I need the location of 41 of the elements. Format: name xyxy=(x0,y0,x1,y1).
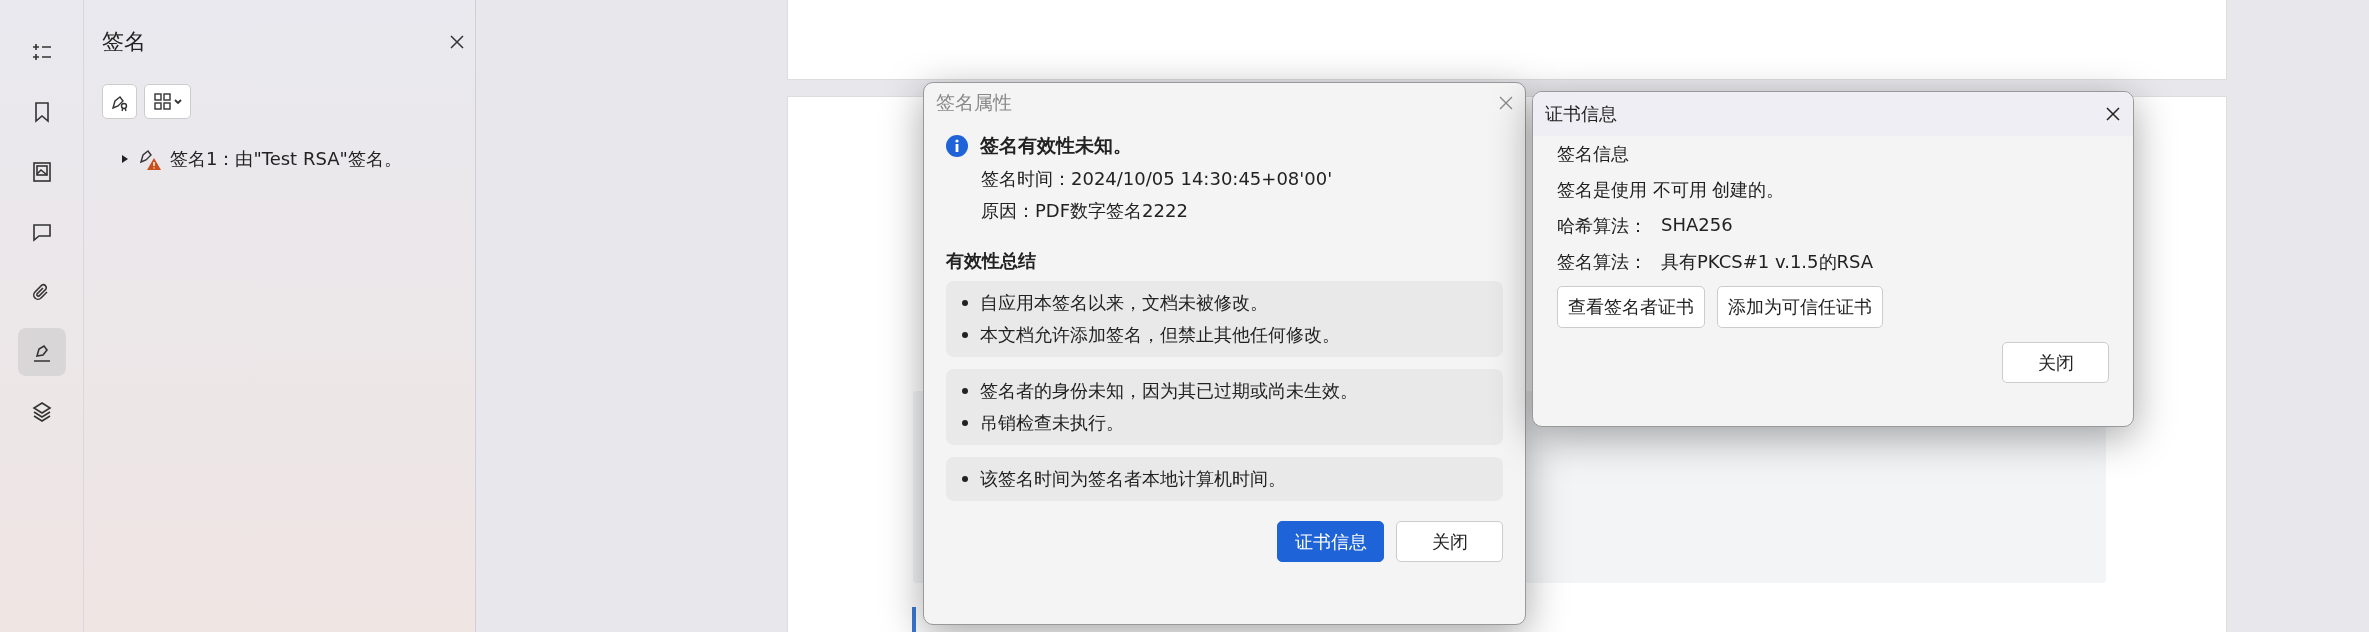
info-label: 签名算法： xyxy=(1557,250,1647,274)
certificate-action-button[interactable]: 添加为可信任证书 xyxy=(1717,286,1883,328)
view-menu-button[interactable] xyxy=(144,84,191,119)
validity-status: 签名有效性未知。 xyxy=(980,133,1132,158)
signature-tool-button[interactable] xyxy=(102,84,137,119)
bullet-icon xyxy=(962,300,968,306)
expand-caret-icon[interactable] xyxy=(120,154,130,164)
summary-item: 本文档允许添加签名，但禁止其他任何修改。 xyxy=(980,323,1340,347)
close-button[interactable]: 关闭 xyxy=(2002,342,2109,383)
section-heading: 签名信息 xyxy=(1557,142,1630,166)
outline-icon xyxy=(30,41,53,63)
summary-item: 该签名时间为签名者本地计算机时间。 xyxy=(980,467,1286,491)
close-button[interactable]: 关闭 xyxy=(1396,521,1503,562)
signature-tab[interactable] xyxy=(17,328,66,376)
bullet-icon xyxy=(962,476,968,482)
panel-title: 签名 xyxy=(102,28,146,56)
summary-item: 自应用本签名以来，文档未被修改。 xyxy=(980,291,1268,315)
bullet-icon xyxy=(962,332,968,338)
info-value: SHA256 xyxy=(1661,214,1733,237)
summary-item: 吊销检查未执行。 xyxy=(980,411,1124,435)
info-label: 哈希算法： xyxy=(1557,214,1647,238)
signature-detail: 原因：PDF数字签名2222 xyxy=(981,199,1189,223)
info-label: 签名是使用 不可用 创建的。 xyxy=(1557,178,1785,202)
info-icon xyxy=(946,135,968,157)
close-icon[interactable] xyxy=(2105,106,2121,122)
info-value: 具有PKCS#1 v.1.5的RSA xyxy=(1661,250,1874,274)
layers-icon xyxy=(30,401,53,423)
bullet-icon xyxy=(962,420,968,426)
dialog-title: 签名属性 xyxy=(936,90,1012,115)
summary-heading: 有效性总结 xyxy=(946,249,1037,273)
image-icon xyxy=(30,161,53,183)
certificate-info-button[interactable]: 证书信息 xyxy=(1277,521,1384,562)
signature-detail: 签名时间：2024/10/05 14:30:45+08'00' xyxy=(981,167,1334,191)
close-icon[interactable] xyxy=(449,34,465,50)
comment-icon xyxy=(30,221,53,243)
summary-item: 签名者的身份未知，因为其已过期或尚未生效。 xyxy=(980,379,1358,403)
grid-caret-icon xyxy=(152,91,183,112)
signature-tree-item[interactable]: 签名1：由"Test RSA"签名。 xyxy=(170,147,402,171)
certificate-action-button[interactable]: 查看签名者证书 xyxy=(1557,286,1705,328)
bullet-icon xyxy=(962,388,968,394)
dialog-title: 证书信息 xyxy=(1545,102,1617,126)
